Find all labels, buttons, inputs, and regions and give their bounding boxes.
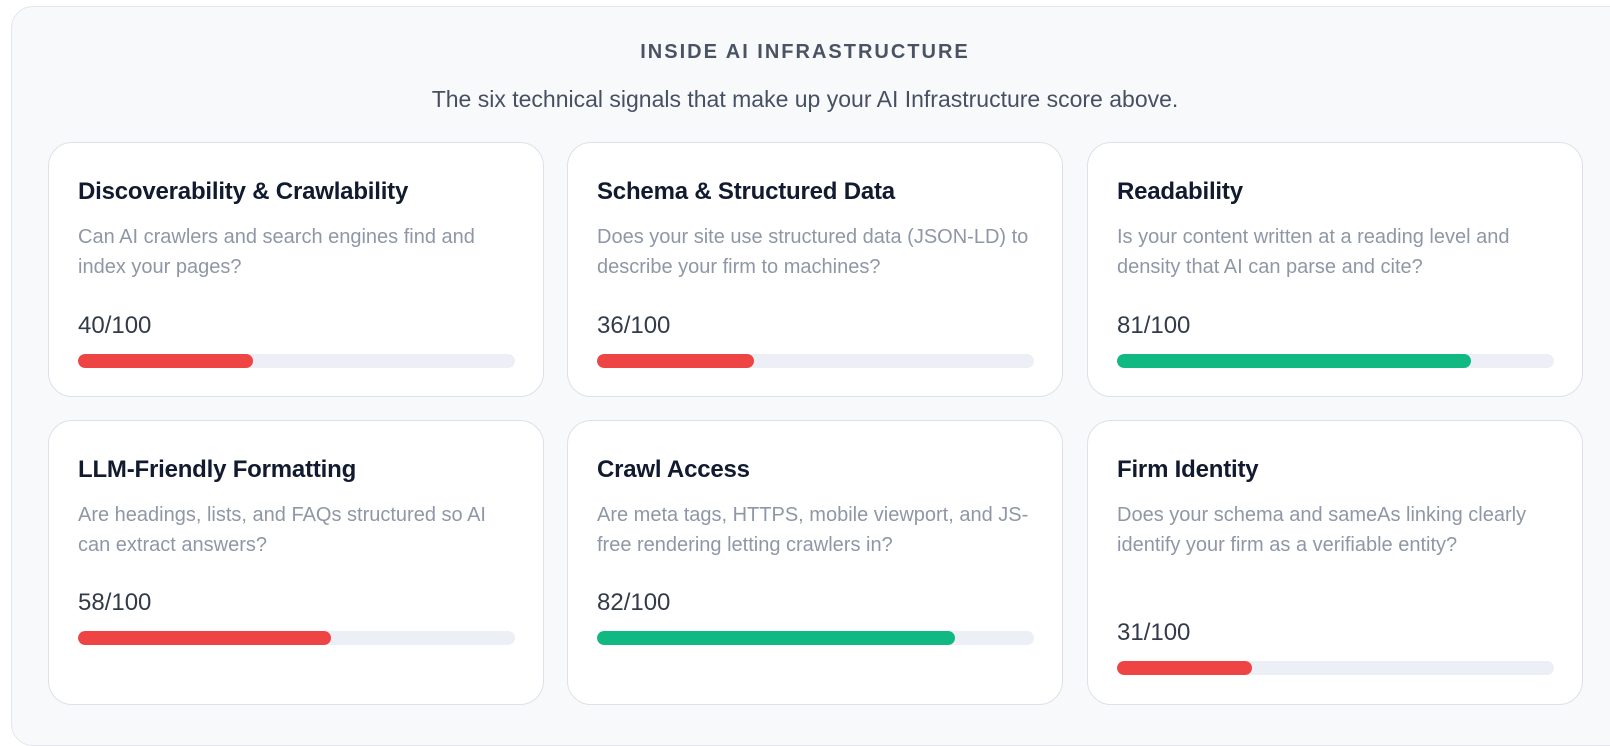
signal-card-description: Are meta tags, HTTPS, mobile viewport, a… xyxy=(597,504,1029,556)
signal-card-description: Does your site use structured data (JSON… xyxy=(597,226,1029,278)
score-bar-fill xyxy=(1117,354,1471,368)
score-bar-fill xyxy=(78,354,253,368)
score-bar-fill xyxy=(597,354,755,368)
section-eyebrow: INSIDE AI INFRASTRUCTURE xyxy=(640,41,970,63)
signal-card-score: 81/100 xyxy=(1117,312,1191,339)
signal-card-score: 40/100 xyxy=(78,312,152,339)
signal-card-title: Readability xyxy=(1117,178,1243,205)
signal-card-description: Is your content written at a reading lev… xyxy=(1117,226,1510,278)
signal-card-title: Firm Identity xyxy=(1117,456,1259,483)
signal-card-title: LLM-Friendly Formatting xyxy=(78,456,357,483)
signal-card-description: Can AI crawlers and search engines find … xyxy=(78,226,475,278)
score-bar-track xyxy=(78,631,515,645)
score-bar-fill xyxy=(597,631,956,645)
signal-card-score: 36/100 xyxy=(597,312,671,339)
section-subtitle: The six technical signals that make up y… xyxy=(431,86,1179,112)
signal-card-schema: Schema & Structured Data Does your site … xyxy=(567,142,1063,397)
signal-card-title: Discoverability & Crawlability xyxy=(78,178,409,205)
signal-card-score: 31/100 xyxy=(1117,619,1191,646)
signal-card-title: Crawl Access xyxy=(597,456,750,483)
signal-card-llm-formatting: LLM-Friendly Formatting Are headings, li… xyxy=(48,420,544,705)
score-bar-track xyxy=(1117,661,1554,675)
score-bar-fill xyxy=(78,631,332,645)
score-bar-fill xyxy=(1117,661,1253,675)
score-bar-track xyxy=(78,354,515,368)
signal-card-title: Schema & Structured Data xyxy=(597,178,895,205)
signal-card-discoverability: Discoverability & Crawlability Can AI cr… xyxy=(48,142,544,397)
score-bar-track xyxy=(1117,354,1554,368)
score-bar-track xyxy=(597,354,1034,368)
signal-card-score: 58/100 xyxy=(78,589,152,616)
signal-card-readability: Readability Is your content written at a… xyxy=(1087,142,1583,397)
signal-card-crawl-access: Crawl Access Are meta tags, HTTPS, mobil… xyxy=(567,420,1063,705)
signal-card-score: 82/100 xyxy=(597,589,671,616)
signal-card-description: Are headings, lists, and FAQs structured… xyxy=(78,504,486,556)
signal-card-description: Does your schema and sameAs linking clea… xyxy=(1117,504,1527,556)
signal-card-firm-identity: Firm Identity Does your schema and sameA… xyxy=(1087,420,1583,705)
score-bar-track xyxy=(597,631,1034,645)
